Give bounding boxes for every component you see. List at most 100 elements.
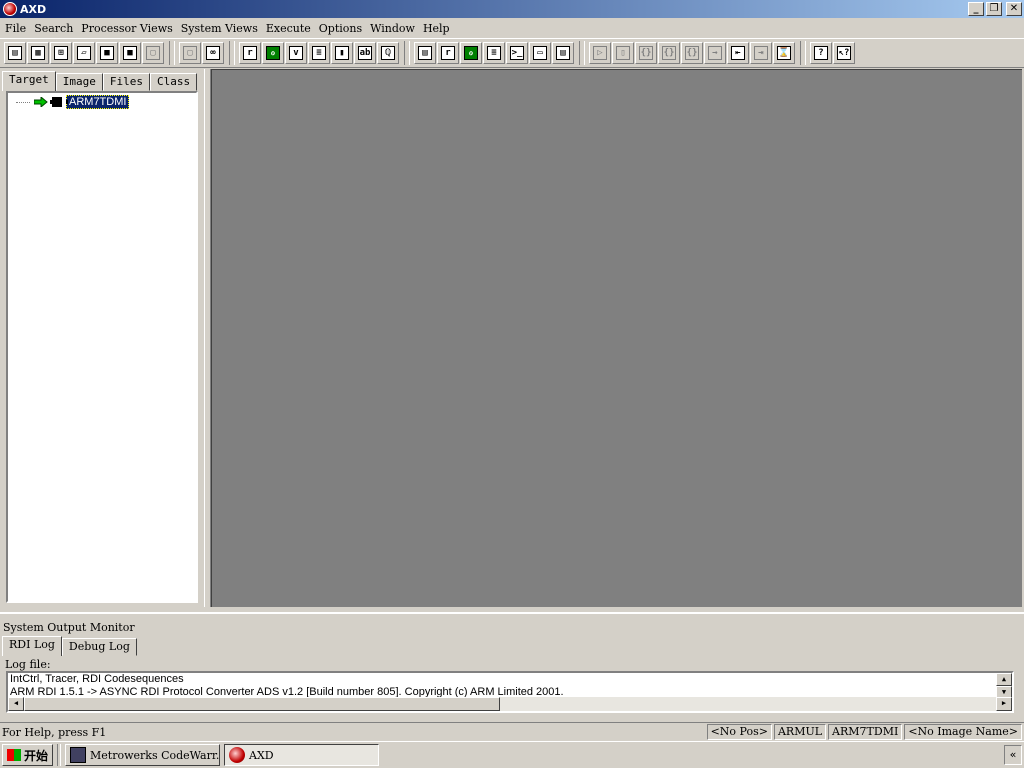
restore-button[interactable]: ❐ bbox=[986, 2, 1002, 16]
step-disabled-button[interactable]: {} bbox=[658, 42, 680, 64]
menu-search[interactable]: Search bbox=[31, 22, 76, 35]
tab-files[interactable]: Files bbox=[102, 73, 150, 91]
copy-disabled-icon: ▢ bbox=[146, 46, 160, 60]
mdi-client-area[interactable] bbox=[211, 69, 1022, 607]
scroll-track[interactable] bbox=[500, 697, 996, 711]
reload-image-icon: ▦ bbox=[31, 46, 45, 60]
go-disabled-icon: ▷ bbox=[593, 46, 607, 60]
tab-target[interactable]: Target bbox=[2, 71, 56, 91]
log-horizontal-scrollbar[interactable]: ◀ ▶ bbox=[8, 697, 1012, 711]
configure-target-button[interactable]: ⊞ bbox=[50, 42, 72, 64]
taskbar-separator bbox=[57, 744, 62, 766]
start-button[interactable]: 开始 bbox=[2, 744, 54, 766]
disassembly-icon: ℚ bbox=[381, 46, 395, 60]
system-list-button[interactable]: ≡ bbox=[483, 42, 505, 64]
toggle-breakpoint-button[interactable]: ⇤ bbox=[727, 42, 749, 64]
step-in-disabled-button[interactable]: {} bbox=[635, 42, 657, 64]
log-output[interactable]: IntCtrl, Tracer, RDI Codesequences ARM R… bbox=[6, 671, 1014, 713]
command-line-button[interactable]: >_ bbox=[506, 42, 528, 64]
panel-splitter[interactable] bbox=[204, 69, 211, 607]
hourglass-button[interactable]: ⌛ bbox=[773, 42, 795, 64]
stop-disabled-button[interactable]: ▯ bbox=[612, 42, 634, 64]
low-level-symbols-button[interactable]: ab bbox=[354, 42, 376, 64]
menu-window[interactable]: Window bbox=[367, 22, 418, 35]
status-position: <No Pos> bbox=[706, 724, 772, 740]
task-codewarrior[interactable]: Metrowerks CodeWarr... bbox=[65, 744, 221, 766]
log-vertical-scrollbar[interactable]: ▲ ▼ bbox=[996, 673, 1012, 699]
system-registers-button[interactable]: ▤ bbox=[414, 42, 436, 64]
copy-disabled-button[interactable]: ▢ bbox=[142, 42, 164, 64]
monitor-title: System Output Monitor bbox=[3, 621, 135, 634]
task-axd[interactable]: AXD bbox=[224, 744, 380, 766]
menu-bar: File Search Processor Views System Views… bbox=[0, 18, 1024, 38]
tray-expand-icon[interactable]: « bbox=[1004, 745, 1022, 765]
main-toolbar: ▤ ▦ ⊞ ▱ ■ ■ ▢ ▢ ∞ r ℴ v ≡ ▮ ab ℚ ▤ r ℴ ≡ >_ ▭ ▤ ▷ ▯{}{}{} → ⇤ ⇥ ⌛? ↖? bbox=[0, 38, 1024, 68]
scroll-left-icon[interactable]: ◀ bbox=[8, 697, 24, 711]
variables-button[interactable]: v bbox=[285, 42, 307, 64]
system-r-button[interactable]: r bbox=[437, 42, 459, 64]
chip-load-icon: ■ bbox=[123, 46, 137, 60]
tab-rdi-log[interactable]: RDI Log bbox=[2, 636, 62, 656]
target-tree[interactable]: ARM7TDMI bbox=[6, 91, 198, 603]
status-target-interface: ARMUL bbox=[773, 724, 827, 740]
run-to-cursor-disabled-icon: → bbox=[708, 46, 722, 60]
menu-options[interactable]: Options bbox=[316, 22, 365, 35]
help-icon: ? bbox=[814, 46, 828, 60]
memory-button[interactable]: ▮ bbox=[331, 42, 353, 64]
command-line-icon: >_ bbox=[510, 46, 524, 60]
step-in-disabled-icon: {} bbox=[639, 46, 653, 60]
backtrace-icon: ≡ bbox=[312, 46, 326, 60]
scroll-right-icon[interactable]: ▶ bbox=[996, 697, 1012, 711]
output-icon: ▭ bbox=[533, 46, 547, 60]
status-help-text: For Help, press F1 bbox=[2, 726, 107, 739]
menu-execute[interactable]: Execute bbox=[263, 22, 314, 35]
configure-target-icon: ⊞ bbox=[54, 46, 68, 60]
output-button[interactable]: ▭ bbox=[529, 42, 551, 64]
menu-file[interactable]: File bbox=[2, 22, 29, 35]
step-disabled-icon: {} bbox=[662, 46, 676, 60]
horizontal-scroll-thumb[interactable] bbox=[24, 697, 500, 711]
context-help-icon: ↖? bbox=[837, 46, 851, 60]
registers-button[interactable]: r bbox=[239, 42, 261, 64]
help-button[interactable]: ? bbox=[810, 42, 832, 64]
find-disabled-button[interactable]: ▢ bbox=[179, 42, 201, 64]
menu-processor-views[interactable]: Processor Views bbox=[78, 22, 175, 35]
chip-save-button[interactable]: ■ bbox=[96, 42, 118, 64]
open-file-button[interactable]: ▱ bbox=[73, 42, 95, 64]
tab-class[interactable]: Class bbox=[150, 73, 198, 91]
step-out-disabled-button[interactable]: {} bbox=[681, 42, 703, 64]
windows-logo-icon bbox=[7, 749, 21, 761]
close-button[interactable]: ✕ bbox=[1006, 2, 1022, 16]
title-bar[interactable]: AXD _ ❐ ✕ bbox=[0, 0, 1024, 18]
task-label: AXD bbox=[249, 748, 274, 762]
stop-disabled-icon: ▯ bbox=[616, 46, 630, 60]
tree-item-arm7tdmi[interactable]: ARM7TDMI bbox=[16, 95, 130, 109]
disassembly-button[interactable]: ℚ bbox=[377, 42, 399, 64]
go-disabled-button[interactable]: ▷ bbox=[589, 42, 611, 64]
backtrace-button[interactable]: ≡ bbox=[308, 42, 330, 64]
system-output-monitor: System Output Monitor RDI Log Debug Log … bbox=[0, 612, 1024, 720]
tab-debug-log[interactable]: Debug Log bbox=[61, 638, 137, 656]
chip-load-button[interactable]: ■ bbox=[119, 42, 141, 64]
load-image-icon: ▤ bbox=[8, 46, 22, 60]
menu-system-views[interactable]: System Views bbox=[178, 22, 261, 35]
minimize-button[interactable]: _ bbox=[968, 2, 984, 16]
source-files-button[interactable]: ▤ bbox=[552, 42, 574, 64]
load-image-button[interactable]: ▤ bbox=[4, 42, 26, 64]
reload-image-button[interactable]: ▦ bbox=[27, 42, 49, 64]
binoculars-button[interactable]: ∞ bbox=[202, 42, 224, 64]
processor-chip-icon bbox=[50, 97, 68, 107]
watch-button[interactable]: ℴ bbox=[262, 42, 284, 64]
tree-connector bbox=[16, 101, 30, 103]
system-watch-button[interactable]: ℴ bbox=[460, 42, 482, 64]
watchpoint-disabled-button[interactable]: ⇥ bbox=[750, 42, 772, 64]
tab-image[interactable]: Image bbox=[55, 73, 103, 91]
context-help-button[interactable]: ↖? bbox=[833, 42, 855, 64]
menu-help[interactable]: Help bbox=[420, 22, 453, 35]
axd-app-icon[interactable] bbox=[3, 2, 17, 16]
run-to-cursor-disabled-button[interactable]: → bbox=[704, 42, 726, 64]
tree-item-label[interactable]: ARM7TDMI bbox=[66, 95, 130, 109]
start-label: 开始 bbox=[24, 748, 49, 763]
open-file-icon: ▱ bbox=[77, 46, 91, 60]
scroll-up-icon[interactable]: ▲ bbox=[996, 673, 1012, 686]
